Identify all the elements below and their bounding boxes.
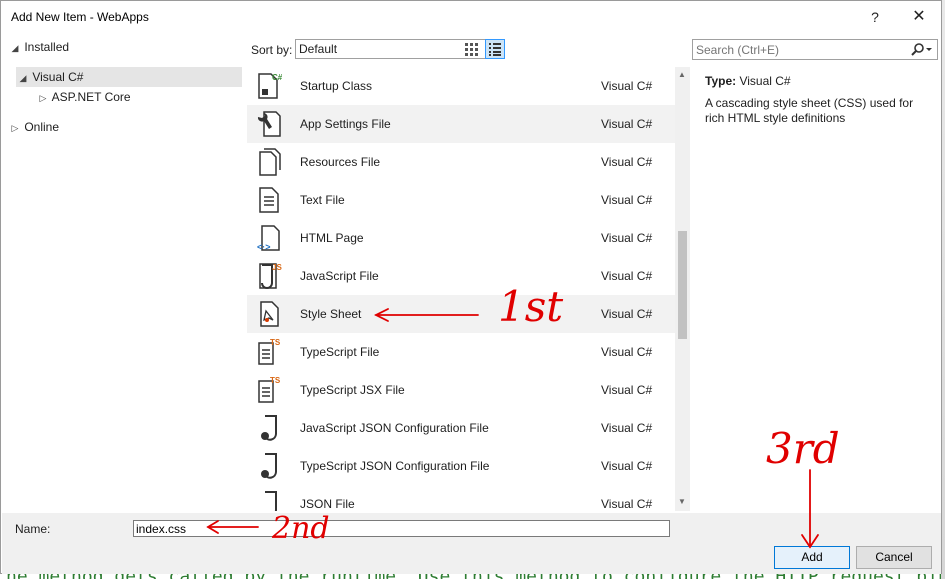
scroll-up-icon[interactable]: ▲ bbox=[678, 70, 686, 79]
template-name: JavaScript File bbox=[300, 269, 379, 283]
sort-by-value: Default bbox=[299, 42, 338, 56]
template-language: Visual C# bbox=[601, 193, 653, 207]
svg-text:C#: C# bbox=[272, 73, 282, 82]
grid-view-button[interactable] bbox=[461, 39, 481, 59]
list-view-icon bbox=[489, 43, 501, 56]
template-row[interactable]: TS TypeScript File Visual C# bbox=[247, 333, 675, 371]
template-name: JavaScript JSON Configuration File bbox=[300, 421, 489, 435]
type-value: Visual C# bbox=[739, 74, 791, 88]
annotation-third: 3rd bbox=[766, 424, 840, 473]
search-input[interactable] bbox=[696, 42, 896, 58]
search-box[interactable] bbox=[692, 39, 938, 60]
type-description: A cascading style sheet (CSS) used for r… bbox=[705, 96, 914, 125]
template-row[interactable]: C# Startup Class Visual C# bbox=[247, 67, 675, 105]
template-name: Resources File bbox=[300, 155, 381, 169]
resources-file-icon bbox=[247, 143, 291, 181]
expanded-arrow-icon[interactable]: ◢ bbox=[17, 68, 29, 88]
template-language: Visual C# bbox=[601, 421, 653, 435]
category-tree: ◢ Installed ◢ Visual C# ▷ ASP.NET Core ▷… bbox=[2, 35, 243, 511]
style-sheet-icon bbox=[247, 295, 291, 333]
template-list: C# Startup Class Visual C# App Settings … bbox=[247, 67, 690, 511]
app-settings-icon bbox=[247, 105, 291, 143]
window-title: Add New Item - WebApps bbox=[11, 10, 149, 24]
svg-text:TS: TS bbox=[270, 376, 281, 385]
sort-by-label: Sort by: bbox=[251, 43, 293, 57]
template-row[interactable]: JSON File Visual C# bbox=[247, 485, 675, 511]
template-row[interactable]: Style Sheet Visual C# bbox=[247, 295, 675, 333]
tree-item-online[interactable]: ▷ Online bbox=[9, 117, 60, 138]
svg-text:JS: JS bbox=[272, 263, 282, 272]
bottom-area: Name: Add Cancel bbox=[2, 513, 941, 574]
json-file-icon bbox=[247, 485, 291, 511]
startup-class-icon: C# bbox=[247, 67, 291, 105]
template-row[interactable]: TypeScript JSON Configuration File Visua… bbox=[247, 447, 675, 485]
cancel-button[interactable]: Cancel bbox=[856, 546, 932, 569]
template-row[interactable]: Text File Visual C# bbox=[247, 181, 675, 219]
tree-item-label: Installed bbox=[24, 40, 70, 54]
annotation-first: 1st bbox=[498, 282, 564, 331]
template-row[interactable]: JS JavaScript File Visual C# bbox=[247, 257, 675, 295]
template-language: Visual C# bbox=[601, 459, 653, 473]
template-name: App Settings File bbox=[300, 117, 391, 131]
template-name: Text File bbox=[300, 193, 345, 207]
tree-item-aspnet-core[interactable]: ▷ ASP.NET Core bbox=[37, 87, 131, 107]
template-name: JSON File bbox=[300, 497, 355, 511]
type-line: Type: Visual C# bbox=[705, 74, 927, 88]
typescript-file-icon: TS bbox=[247, 333, 291, 371]
template-language: Visual C# bbox=[601, 269, 653, 283]
template-name: TypeScript JSON Configuration File bbox=[300, 459, 490, 473]
grid-view-icon bbox=[465, 43, 478, 56]
typescript-jsx-icon: TS bbox=[247, 371, 291, 409]
html-page-icon: <·> bbox=[247, 219, 291, 257]
template-language: Visual C# bbox=[601, 231, 653, 245]
template-row[interactable]: <·> HTML Page Visual C# bbox=[247, 219, 675, 257]
template-row[interactable]: TS TypeScript JSX File Visual C# bbox=[247, 371, 675, 409]
list-view-button[interactable] bbox=[485, 39, 505, 59]
javascript-file-icon: JS bbox=[247, 257, 291, 295]
template-row[interactable]: Resources File Visual C# bbox=[247, 143, 675, 181]
name-label: Name: bbox=[15, 522, 51, 536]
template-name: HTML Page bbox=[300, 231, 364, 245]
name-input[interactable] bbox=[133, 520, 670, 537]
svg-text:<·>: <·> bbox=[257, 242, 271, 252]
collapsed-arrow-icon[interactable]: ▷ bbox=[9, 118, 21, 138]
template-language: Visual C# bbox=[601, 383, 653, 397]
template-language: Visual C# bbox=[601, 79, 653, 93]
template-name: Style Sheet bbox=[300, 307, 362, 321]
template-list-scrollbar[interactable]: ▲ ▼ bbox=[675, 67, 690, 511]
expanded-arrow-icon[interactable]: ◢ bbox=[9, 38, 21, 58]
scroll-thumb[interactable] bbox=[678, 231, 687, 339]
text-file-icon bbox=[247, 181, 291, 219]
tree-item-installed[interactable]: ◢ Installed bbox=[9, 37, 70, 58]
annotation-second: 2nd bbox=[272, 511, 330, 546]
template-name: TypeScript File bbox=[300, 345, 380, 359]
collapsed-arrow-icon[interactable]: ▷ bbox=[37, 88, 49, 108]
add-new-item-dialog: Add New Item - WebApps ? ✕ ◢ Installed ◢… bbox=[0, 0, 942, 574]
json-config-icon bbox=[247, 447, 291, 485]
scroll-down-icon[interactable]: ▼ bbox=[678, 497, 686, 506]
type-label: Type: bbox=[705, 74, 737, 88]
template-language: Visual C# bbox=[601, 117, 653, 131]
template-language: Visual C# bbox=[601, 155, 653, 169]
template-row[interactable]: JavaScript JSON Configuration File Visua… bbox=[247, 409, 675, 447]
search-icon[interactable] bbox=[909, 42, 933, 58]
template-language: Visual C# bbox=[601, 497, 653, 511]
tree-item-visual-csharp[interactable]: ◢ Visual C# bbox=[16, 67, 242, 87]
template-name: TypeScript JSX File bbox=[300, 383, 405, 397]
tree-item-label: ASP.NET Core bbox=[51, 90, 131, 104]
tree-item-label: Online bbox=[24, 120, 60, 134]
template-name: Startup Class bbox=[300, 79, 373, 93]
add-button[interactable]: Add bbox=[774, 546, 850, 569]
json-config-icon bbox=[247, 409, 291, 447]
close-button[interactable]: ✕ bbox=[906, 5, 932, 29]
tree-item-label: Visual C# bbox=[32, 70, 84, 84]
template-language: Visual C# bbox=[601, 307, 653, 321]
svg-text:TS: TS bbox=[270, 338, 281, 347]
help-button[interactable]: ? bbox=[862, 5, 888, 29]
template-language: Visual C# bbox=[601, 345, 653, 359]
title-bar: Add New Item - WebApps ? ✕ bbox=[1, 1, 941, 33]
template-row[interactable]: App Settings File Visual C# bbox=[247, 105, 675, 143]
